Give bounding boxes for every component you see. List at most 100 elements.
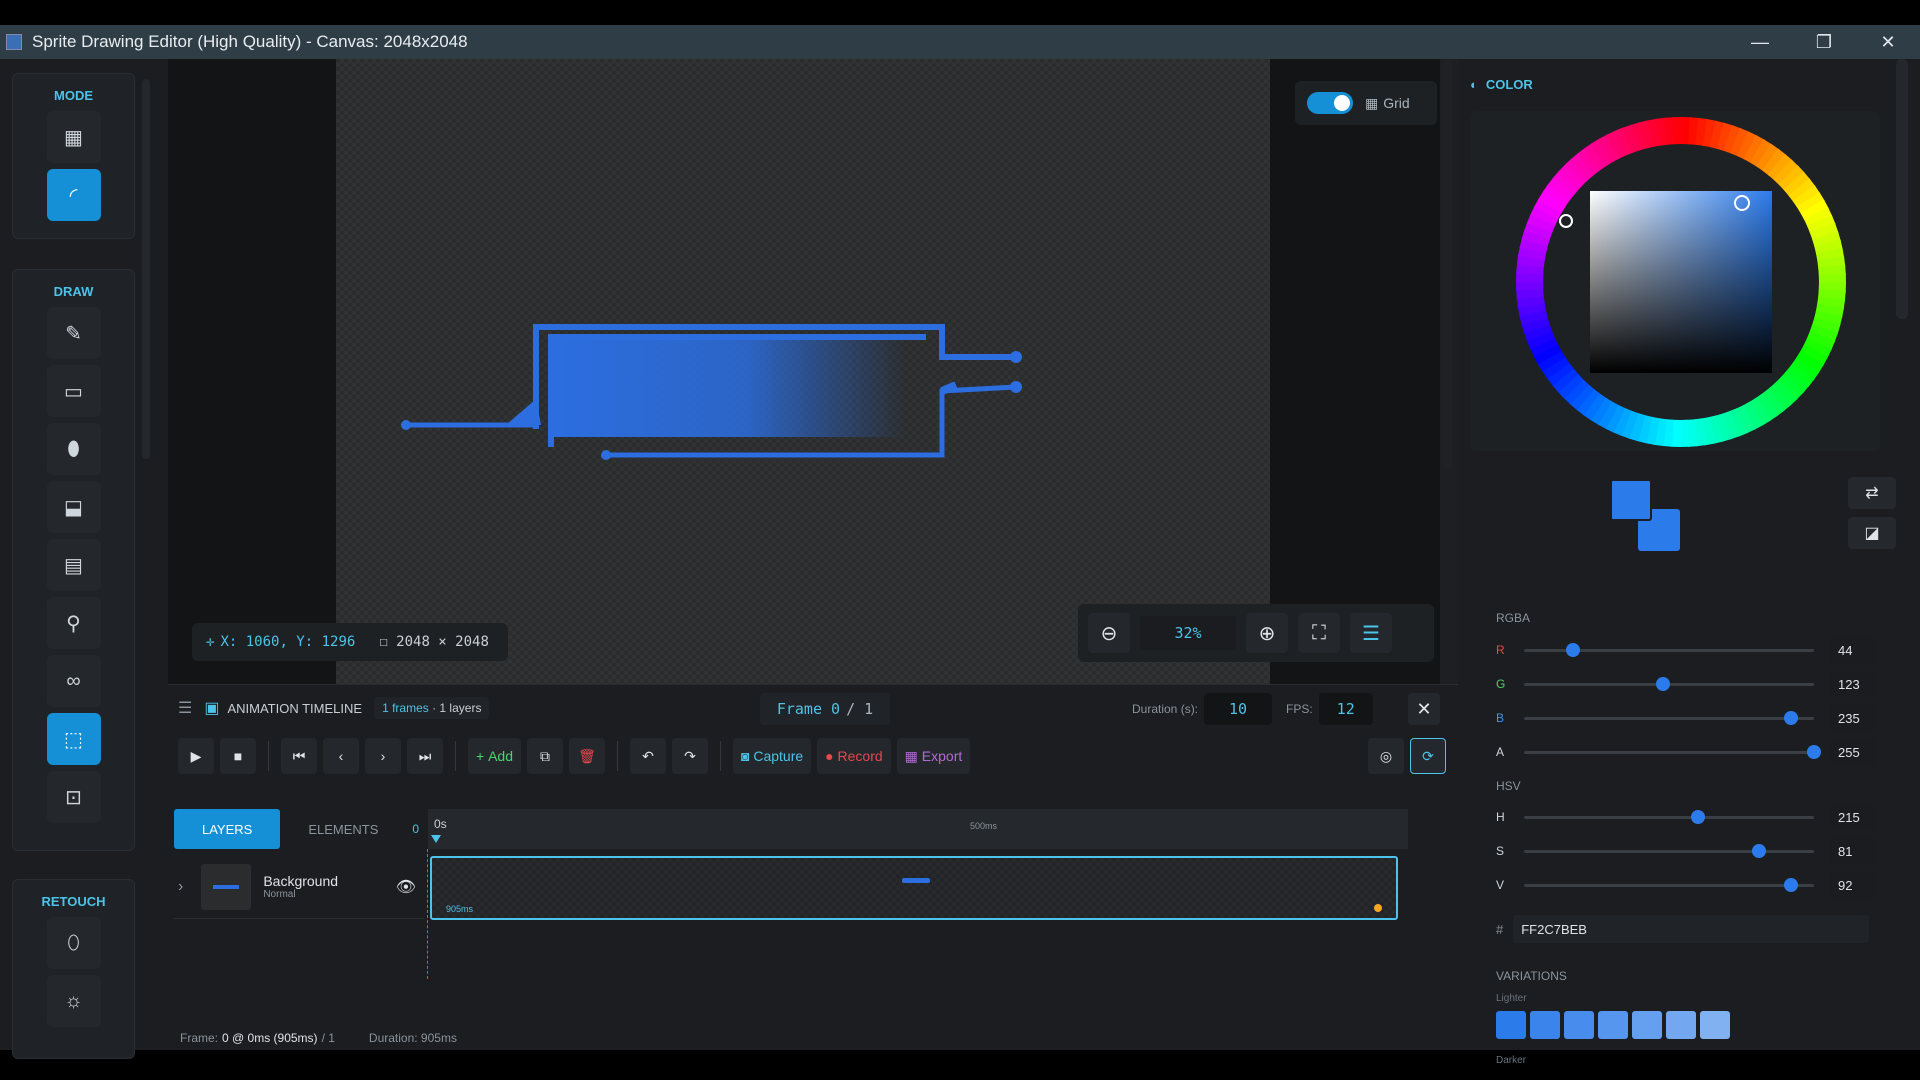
- slider-thumb[interactable]: [1783, 710, 1798, 725]
- slider-track[interactable]: [1524, 642, 1814, 657]
- brightness-tool[interactable]: ☼: [46, 975, 101, 1027]
- hue-handle[interactable]: [1559, 214, 1573, 228]
- slider-track[interactable]: [1524, 744, 1821, 759]
- tab-layers[interactable]: LAYERS: [174, 809, 281, 849]
- eyedropper-tool[interactable]: ⚲: [46, 597, 101, 649]
- drag-handle-icon[interactable]: ☰: [178, 698, 192, 718]
- slider-thumb[interactable]: [1807, 744, 1821, 759]
- variation-swatch[interactable]: [1666, 1011, 1696, 1039]
- toolbar-scrollbar[interactable]: [142, 79, 150, 459]
- undo-icon: ↶: [642, 747, 654, 764]
- variation-swatch[interactable]: [1700, 1011, 1730, 1039]
- timeline-title: ANIMATION TIMELINE: [227, 700, 363, 716]
- maximize-button[interactable]: ❐: [1792, 25, 1856, 59]
- eye-icon[interactable]: 👁: [396, 877, 416, 897]
- layer-row[interactable]: › Background Normal 👁: [174, 855, 424, 919]
- fps-input[interactable]: 12: [1318, 693, 1373, 725]
- close-timeline-button[interactable]: ✕: [1408, 693, 1440, 725]
- onion-skin-button[interactable]: ◎: [1368, 738, 1404, 774]
- color-wheel[interactable]: [1470, 111, 1880, 451]
- play-button[interactable]: ▶: [178, 738, 214, 774]
- variation-swatch[interactable]: [1530, 1011, 1560, 1039]
- hex-input[interactable]: FF2C7BEB: [1513, 915, 1870, 943]
- variation-swatch[interactable]: [1496, 1011, 1526, 1039]
- undo-button[interactable]: ↶: [630, 738, 666, 774]
- timeline-tabs: LAYERS ELEMENTS 0: [174, 809, 419, 849]
- record-button[interactable]: ● Record: [817, 738, 891, 774]
- footer-frame-value: 0 @ 0ms (905ms): [222, 1031, 318, 1045]
- canvas-viewport[interactable]: ▦ Grid ✛ X: 1060, Y: 1296 ☐ 2048 × 2048 …: [168, 59, 1452, 684]
- loop-button[interactable]: ⟳: [1410, 738, 1446, 774]
- animation-timeline: ☰ ▣ ANIMATION TIMELINE 1 frames · 1 laye…: [168, 684, 1458, 1050]
- symmetry-tool[interactable]: ∞: [46, 655, 101, 707]
- capture-button[interactable]: ◙ Capture: [733, 738, 812, 774]
- playhead[interactable]: [431, 835, 441, 843]
- redo-button[interactable]: ↷: [672, 738, 708, 774]
- add-frame-button[interactable]: + Add: [468, 738, 521, 774]
- duplicate-frame-button[interactable]: ⧉: [527, 738, 563, 774]
- slider-value-input[interactable]: 255: [1830, 739, 1876, 765]
- slider-track[interactable]: [1524, 809, 1814, 824]
- last-frame-button[interactable]: ⏭: [407, 738, 443, 774]
- prev-frame-button[interactable]: ‹: [323, 738, 359, 774]
- bucket-tool[interactable]: ⬮: [46, 423, 101, 475]
- delete-frame-button[interactable]: 🗑: [569, 738, 605, 774]
- variation-swatch[interactable]: [1564, 1011, 1594, 1039]
- align-button[interactable]: ☰: [1350, 613, 1392, 653]
- slider-value-input[interactable]: 215: [1830, 804, 1876, 830]
- export-button[interactable]: ▦ Export: [896, 738, 971, 774]
- close-button[interactable]: ✕: [1856, 25, 1920, 59]
- slider-thumb[interactable]: [1656, 676, 1671, 691]
- slider-label: B: [1496, 711, 1505, 725]
- slider-thumb[interactable]: [1751, 843, 1766, 858]
- first-frame-button[interactable]: ⏮: [281, 738, 317, 774]
- fill-tool[interactable]: ⬓: [46, 481, 101, 533]
- slider-value-input[interactable]: 92: [1830, 872, 1876, 898]
- slider-label: R: [1496, 643, 1505, 657]
- variation-swatch[interactable]: [1598, 1011, 1628, 1039]
- color-panel-scrollbar[interactable]: [1896, 59, 1908, 319]
- variation-swatch[interactable]: [1632, 1011, 1662, 1039]
- slider-value-input[interactable]: 81: [1830, 838, 1876, 864]
- grid-toggle-switch[interactable]: [1307, 92, 1353, 114]
- transform-tool[interactable]: ⊡: [46, 771, 101, 823]
- frame-current: Frame 0: [776, 700, 841, 718]
- canvas-scrollbar[interactable]: [1442, 59, 1452, 469]
- gradient-tool[interactable]: ▤: [46, 539, 101, 591]
- pixel-mode-tool[interactable]: ▦: [46, 111, 101, 163]
- frame-track[interactable]: 905ms: [430, 856, 1398, 920]
- zoom-out-button[interactable]: ⊖: [1088, 613, 1130, 653]
- slider-value-input[interactable]: 44: [1830, 637, 1876, 663]
- slider-track[interactable]: [1524, 843, 1814, 858]
- slider-track[interactable]: [1524, 877, 1814, 892]
- vector-mode-tool[interactable]: ◜: [46, 169, 101, 221]
- slider-value-input[interactable]: 123: [1830, 671, 1876, 697]
- swap-colors-button[interactable]: ⇄: [1848, 477, 1896, 509]
- crosshair-icon: ✛: [206, 634, 215, 650]
- zoom-level[interactable]: 32%: [1140, 616, 1236, 650]
- tab-elements[interactable]: ELEMENTS: [280, 809, 406, 849]
- expand-chevron-icon[interactable]: ›: [178, 878, 183, 896]
- stop-button[interactable]: ■: [220, 738, 256, 774]
- slider-thumb[interactable]: [1691, 809, 1705, 824]
- fit-screen-button[interactable]: ⛶: [1298, 613, 1340, 653]
- slider-thumb[interactable]: [1566, 642, 1581, 657]
- minimize-button[interactable]: —: [1728, 25, 1792, 59]
- next-frame-button[interactable]: ›: [365, 738, 401, 774]
- keyframe-marker[interactable]: [1374, 904, 1382, 912]
- slider-value-input[interactable]: 235: [1830, 705, 1876, 731]
- zoom-in-button[interactable]: ⊕: [1246, 613, 1288, 653]
- primary-color-swatch[interactable]: [1610, 479, 1652, 521]
- select-tool[interactable]: ⬚: [46, 713, 101, 765]
- smudge-tool[interactable]: ⬯: [46, 917, 101, 969]
- slider-track[interactable]: [1524, 676, 1814, 691]
- pencil-tool[interactable]: ✎: [46, 307, 101, 359]
- drawing-canvas[interactable]: [336, 59, 1270, 684]
- hex-label: #: [1496, 921, 1504, 937]
- slider-track[interactable]: [1524, 710, 1814, 725]
- reset-colors-button[interactable]: ◪: [1848, 517, 1896, 549]
- time-ruler[interactable]: 0s 500ms: [428, 809, 1408, 849]
- slider-thumb[interactable]: [1783, 877, 1798, 892]
- eraser-tool[interactable]: ▭: [46, 365, 101, 417]
- duration-input[interactable]: 10: [1204, 693, 1273, 725]
